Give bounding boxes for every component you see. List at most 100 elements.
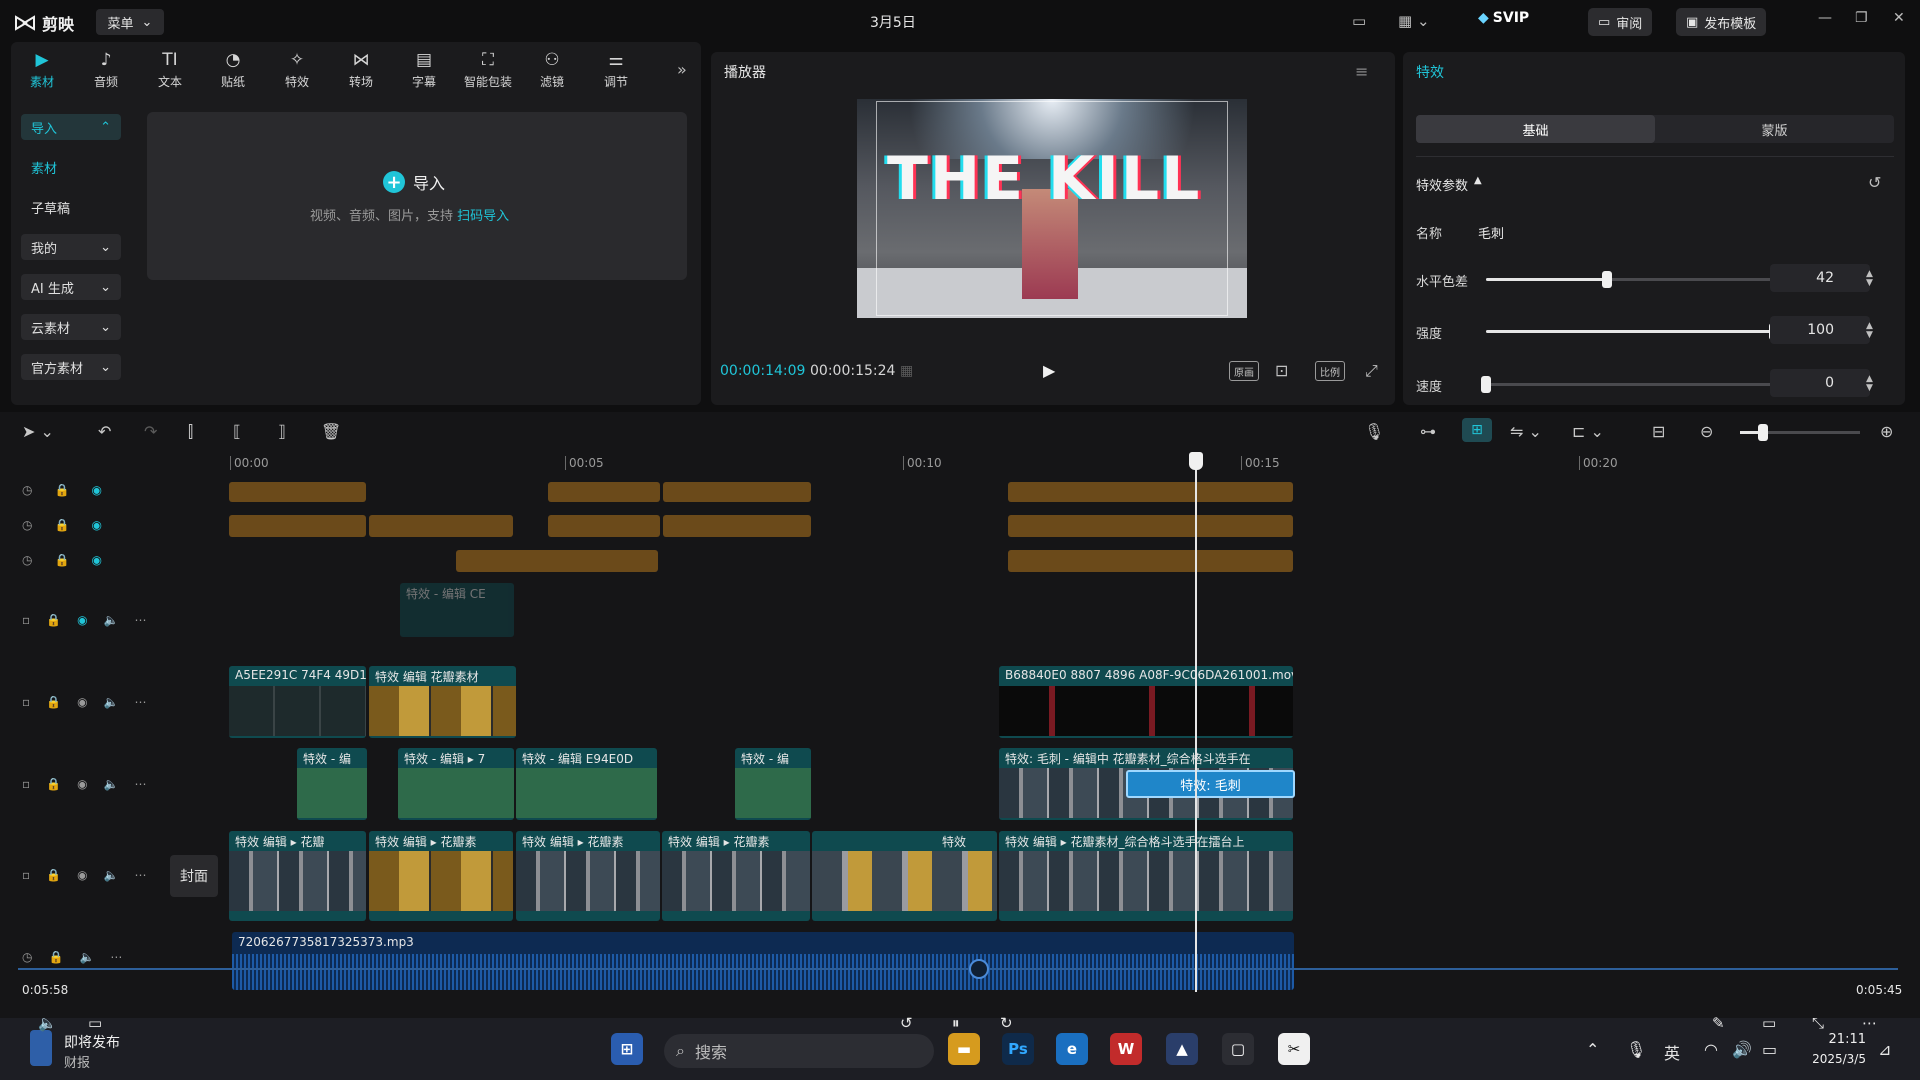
toolbar-effects[interactable]: ✧ 特效 [267,50,327,90]
volume-icon[interactable]: 🔈 [79,950,94,964]
video-clip[interactable]: B68840E0 8807 4896 A08F-9C06DA261001.mov [999,666,1293,738]
eye-icon[interactable]: ◉ [91,553,101,567]
effect-clip[interactable] [229,515,366,537]
clock-icon[interactable]: ◷ [22,950,32,964]
volume-icon[interactable]: 🔈 [104,695,119,709]
toolbar-text[interactable]: TI 文本 [140,50,200,90]
timeline-scroll-track[interactable] [18,968,1898,970]
main-video-clip[interactable]: 特效 编辑 ▸ 花瓣素 [662,831,810,921]
more-icon[interactable]: ⋯ [135,777,147,791]
effect-clip[interactable] [663,515,811,537]
clock-icon[interactable]: ◷ [22,483,32,497]
main-video-clip[interactable]: 特效 [812,831,997,921]
delete-icon[interactable]: 🗑 [321,422,341,441]
lock-icon[interactable]: 🔒 [54,518,69,532]
effect-clip[interactable] [663,482,811,502]
sidenav-material[interactable]: 素材 [21,154,121,180]
tab-basic[interactable]: 基础 [1416,115,1655,143]
tab-mask[interactable]: 蒙版 [1655,115,1894,143]
file-explorer-icon[interactable]: ▬ [948,1033,980,1065]
crop-frame[interactable] [876,101,1228,316]
toolbar-transition[interactable]: ⋈ 转场 [331,50,391,90]
lock-icon[interactable]: 🔒 [46,695,61,709]
battery-icon[interactable]: ▭ [1762,1040,1777,1059]
eye-icon[interactable]: ◉ [77,613,87,627]
layout-icon[interactable]: ▦ ⌄ [1398,12,1430,30]
video-clip[interactable]: 特效 - 编 [297,748,367,820]
notification-bell-icon[interactable]: ⊿ [1878,1040,1891,1059]
sidenav-official[interactable]: 官方素材 ⌄ [21,354,121,380]
cover-button[interactable]: 封面 [170,855,218,897]
sidenav-cloud[interactable]: 云素材 ⌄ [21,314,121,340]
taskbar-search[interactable]: ⌕ 搜索 [664,1034,934,1068]
more-icon[interactable]: ⋯ [135,695,147,709]
video-track-icon[interactable]: ▫ [22,613,30,627]
speed-slider[interactable] [1481,376,1774,393]
slider-knob[interactable] [1601,271,1612,288]
speed-input[interactable]: 0 [1770,369,1870,397]
lock-icon[interactable]: 🔒 [46,868,61,882]
ratio-button[interactable]: 比例 [1315,361,1345,381]
clock-icon[interactable]: ◷ [22,553,32,567]
linkage-icon[interactable]: ⇋ ⌄ [1510,422,1542,441]
app-icon[interactable]: ▲ [1166,1033,1198,1065]
select-tool-icon[interactable]: ➤ ⌄ [22,422,54,441]
clock-icon[interactable]: ◷ [22,518,32,532]
close-icon[interactable]: ✕ [1893,10,1905,26]
lock-icon[interactable]: 🔒 [46,613,61,627]
lock-icon[interactable]: 🔒 [54,483,69,497]
play-icon[interactable]: ▶ [1043,361,1055,380]
fullscreen-icon[interactable]: ⤢ [1365,361,1378,381]
more-icon[interactable]: ⋯ [110,950,122,964]
windows-start-icon[interactable]: ⊞ [611,1033,643,1065]
h-chroma-input[interactable]: 42 [1770,264,1870,292]
sidenav-ai-generate[interactable]: AI 生成 ⌄ [21,274,121,300]
stepper-icon[interactable]: ▲ ▼ [1866,270,1876,288]
preview-axis-icon[interactable]: ⊏ ⌄ [1572,422,1604,441]
effect-clip[interactable] [548,482,660,502]
pause-icon[interactable]: ⏸ [952,1014,960,1032]
fit-icon[interactable]: ⊟ [1652,422,1665,441]
undo-icon[interactable]: ↶ [98,422,111,441]
strength-slider[interactable] [1486,323,1779,340]
video-clip[interactable]: 特效 - 编 [735,748,811,820]
camera-app-icon[interactable]: ▢ [1222,1033,1254,1065]
effect-clip[interactable] [456,550,658,572]
eye-icon[interactable]: ◉ [77,868,87,882]
playhead-handle[interactable] [1189,452,1203,470]
zoom-slider[interactable] [1740,424,1860,441]
eye-icon[interactable]: ◉ [91,518,101,532]
grid-icon[interactable]: ▦ [900,363,913,379]
zoom-in-icon[interactable]: ⊕ [1880,422,1893,441]
screenshot-icon[interactable]: ⊡ [1275,361,1288,380]
widget-title[interactable]: 即将发布 [64,1032,120,1052]
eye-icon[interactable]: ◉ [77,777,87,791]
eye-icon[interactable]: ◉ [77,695,87,709]
magnet-snap-icon[interactable]: ⊞ [1462,418,1492,442]
video-clip[interactable]: 特效 编辑 花瓣素材 [369,666,516,738]
split-icon[interactable]: ⫿ [188,422,193,442]
volume-icon[interactable]: 🔈 [104,777,119,791]
split-right-icon[interactable]: ⟧ [278,422,286,441]
video-track-icon[interactable]: ▫ [22,868,30,882]
toolbar-subtitle[interactable]: ▤ 字幕 [394,50,454,90]
capcut-taskbar-icon[interactable]: ✂ [1278,1033,1310,1065]
news-widget-icon[interactable] [30,1030,52,1066]
edge-icon[interactable]: e [1056,1033,1088,1065]
tray-mic-icon[interactable]: 🎙 [1626,1040,1646,1059]
video-track-icon[interactable]: ▫ [22,777,30,791]
reset-icon[interactable]: ↺ [1868,173,1881,192]
toolbar-audio[interactable]: ♪ 音频 [76,50,136,90]
toolbar-smart-pack[interactable]: ⛶ 智能包装 [458,50,518,90]
main-video-clip[interactable]: 特效 编辑 ▸ 花瓣 [229,831,366,921]
effect-clip[interactable] [1008,482,1293,502]
video-track-icon[interactable]: ▫ [22,695,30,709]
sidenav-subdraft[interactable]: 子草稿 [21,194,121,220]
stepper-icon[interactable]: ▲ ▼ [1866,322,1876,340]
main-video-clip[interactable]: 特效 编辑 ▸ 花瓣素 [369,831,513,921]
volume-icon[interactable]: 🔈 [104,613,119,627]
shortcut-icon[interactable]: ▭ [1352,12,1366,30]
h-chroma-slider[interactable] [1486,271,1774,288]
rewind-icon[interactable]: ↺ [900,1014,913,1032]
review-button[interactable]: ▭ 审阅 [1588,8,1653,36]
